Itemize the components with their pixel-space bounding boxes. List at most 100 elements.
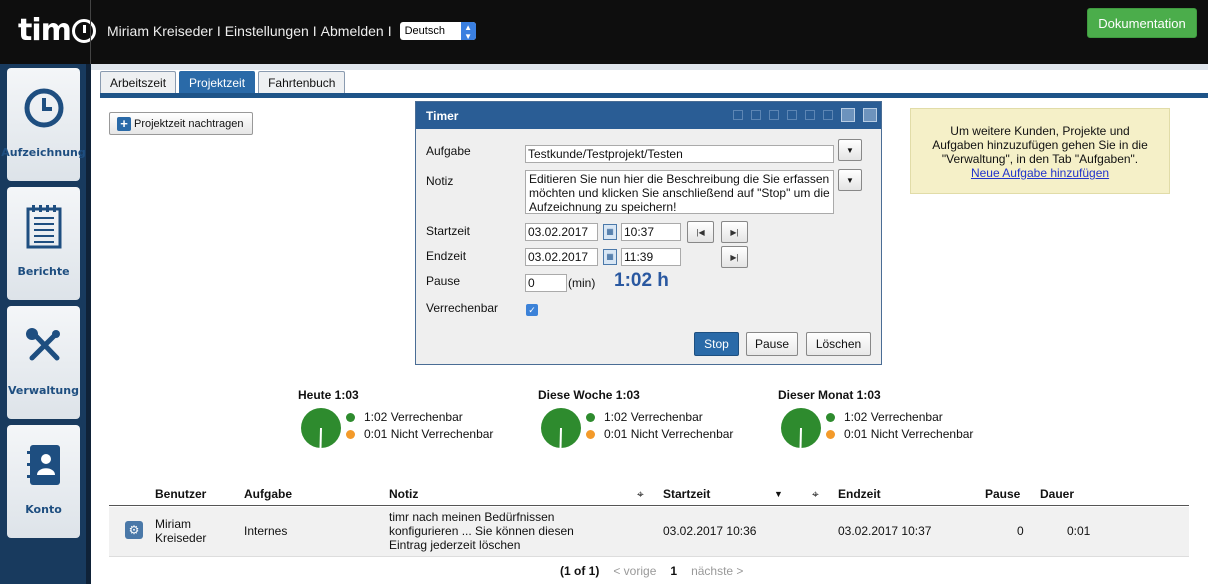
verrechenbar-checkbox[interactable]: ✓ bbox=[526, 304, 538, 316]
green-bullet-icon bbox=[826, 412, 835, 422]
billable-row: 1:02 Verrechenbar bbox=[826, 410, 943, 424]
documentation-button[interactable]: Dokumentation bbox=[1087, 8, 1197, 38]
sort-desc-icon[interactable]: ▼ bbox=[774, 489, 783, 499]
cell-notiz-line: Eintrag jederzeit löschen bbox=[389, 538, 521, 552]
green-bullet-icon bbox=[586, 412, 595, 422]
green-bullet-icon bbox=[346, 412, 355, 422]
control-square-icon[interactable] bbox=[805, 110, 815, 120]
column-header-pause[interactable]: Pause bbox=[985, 487, 1020, 501]
cell-dauer: 0:01 bbox=[1067, 524, 1091, 538]
header-divider bbox=[90, 0, 91, 64]
timer-title: Timer bbox=[426, 108, 459, 123]
gear-icon[interactable]: ⚙ bbox=[125, 521, 143, 539]
nonbillable-row: 0:01 Nicht Verrechenbar bbox=[586, 427, 733, 441]
timer-panel: Timer Aufgabe Testkunde/Testprojekt/Test… bbox=[415, 101, 882, 365]
column-header-aufgabe[interactable]: Aufgabe bbox=[244, 487, 292, 501]
page-number[interactable]: 1 bbox=[670, 564, 677, 578]
summary-today: Heute 1:03 1:02 Verrechenbar 0:01 Nicht … bbox=[298, 388, 528, 458]
column-header-notiz[interactable]: Notiz bbox=[389, 487, 418, 501]
control-square-icon[interactable] bbox=[751, 110, 761, 120]
content-top-band bbox=[91, 64, 1208, 70]
end-skip-forward-button[interactable]: ▶| bbox=[721, 246, 748, 268]
billable-text: 1:02 Verrechenbar bbox=[844, 410, 943, 424]
nav-item-konto[interactable]: Konto bbox=[7, 425, 80, 538]
add-task-link[interactable]: Neue Aufgabe hinzufügen bbox=[911, 166, 1169, 180]
end-date-input[interactable]: 03.02.2017 bbox=[525, 248, 598, 266]
column-header-startzeit[interactable]: Startzeit bbox=[663, 487, 710, 501]
skip-to-end-button[interactable]: ▶| bbox=[721, 221, 748, 243]
nav-item-verwaltung[interactable]: Verwaltung bbox=[7, 306, 80, 419]
cell-benutzer-last: Kreiseder bbox=[155, 531, 207, 545]
verrechenbar-label: Verrechenbar bbox=[426, 301, 499, 315]
calendar-icon[interactable]: ▦ bbox=[603, 224, 617, 240]
start-time-input[interactable]: 10:37 bbox=[621, 223, 681, 241]
control-square-icon[interactable] bbox=[823, 110, 833, 120]
table-row[interactable]: ⚙ Miriam Kreiseder Internes timr nach me… bbox=[109, 507, 1189, 557]
column-header-dauer[interactable]: Dauer bbox=[1040, 487, 1074, 501]
skip-to-start-button[interactable]: |◀ bbox=[687, 221, 714, 243]
stop-button[interactable]: Stop bbox=[694, 332, 739, 356]
window-controls bbox=[733, 108, 877, 122]
triangle-down-icon: ▼ bbox=[846, 145, 854, 155]
orange-bullet-icon bbox=[346, 429, 355, 439]
skip-forward-icon: ▶| bbox=[730, 227, 739, 237]
tab-bar: Arbeitszeit Projektzeit Fahrtenbuch bbox=[100, 71, 346, 93]
pause-label: Pause bbox=[426, 274, 461, 288]
notiz-dropdown-button[interactable]: ▼ bbox=[838, 169, 862, 191]
tab-arbeitszeit[interactable]: Arbeitszeit bbox=[100, 71, 177, 93]
control-square-icon[interactable] bbox=[733, 110, 743, 120]
language-select[interactable]: Deutsch ▲ ▼ bbox=[399, 22, 476, 41]
checkmark-icon: ✓ bbox=[528, 305, 536, 315]
add-project-time-button[interactable]: + Projektzeit nachtragen bbox=[109, 112, 253, 135]
endzeit-label: Endzeit bbox=[426, 249, 467, 263]
control-square-icon[interactable] bbox=[841, 108, 855, 122]
info-box: Um weitere Kunden, Projekte und Aufgaben… bbox=[910, 108, 1170, 194]
user-name-link[interactable]: Miriam Kreiseder bbox=[107, 23, 213, 39]
column-header-benutzer[interactable]: Benutzer bbox=[155, 487, 206, 501]
plus-icon: + bbox=[117, 116, 131, 131]
control-square-icon[interactable] bbox=[769, 110, 779, 120]
pager-info: (1 of 1) bbox=[560, 564, 600, 578]
billable-row: 1:02 Verrechenbar bbox=[586, 410, 703, 424]
nav-item-aufzeichnung[interactable]: Aufzeichnung bbox=[1, 68, 86, 181]
orange-bullet-icon bbox=[586, 429, 595, 439]
aufgabe-dropdown-button[interactable]: ▼ bbox=[838, 139, 862, 161]
prev-page-link[interactable]: < vorige bbox=[613, 564, 656, 578]
settings-link[interactable]: Einstellungen bbox=[225, 23, 309, 39]
skip-forward-icon: ▶| bbox=[730, 252, 739, 262]
summary-week: Diese Woche 1:03 1:02 Verrechenbar 0:01 … bbox=[538, 388, 768, 458]
separator: I bbox=[216, 23, 221, 39]
info-line: Um weitere Kunden, Projekte und bbox=[950, 124, 1130, 138]
cell-startzeit: 03.02.2017 10:36 bbox=[663, 524, 757, 538]
nav-label: Berichte bbox=[17, 265, 70, 278]
elapsed-duration: 1:02 h bbox=[614, 270, 669, 291]
startzeit-label: Startzeit bbox=[426, 224, 471, 238]
pause-input[interactable]: 0 bbox=[525, 274, 567, 292]
control-square-icon[interactable] bbox=[787, 110, 797, 120]
start-date-input[interactable]: 03.02.2017 bbox=[525, 223, 598, 241]
aufgabe-input[interactable]: Testkunde/Testprojekt/Testen bbox=[525, 145, 834, 163]
separator: I bbox=[387, 23, 392, 39]
tab-projektzeit[interactable]: Projektzeit bbox=[179, 71, 256, 93]
logout-link[interactable]: Abmelden bbox=[321, 23, 384, 39]
control-square-icon[interactable] bbox=[863, 108, 877, 122]
tab-fahrtenbuch[interactable]: Fahrtenbuch bbox=[258, 71, 346, 93]
nav-label: Verwaltung bbox=[8, 384, 79, 397]
crosshair-icon[interactable]: ⌖ bbox=[812, 487, 819, 502]
calendar-icon[interactable]: ▦ bbox=[603, 249, 617, 265]
pause-button[interactable]: Pause bbox=[746, 332, 798, 356]
next-page-link[interactable]: nächste > bbox=[691, 564, 743, 578]
end-time-input[interactable]: 11:39 bbox=[621, 248, 681, 266]
crosshair-icon[interactable]: ⌖ bbox=[637, 487, 644, 502]
column-header-endzeit[interactable]: Endzeit bbox=[838, 487, 881, 501]
timr-logo[interactable]: tim bbox=[18, 10, 96, 50]
nonbillable-row: 0:01 Nicht Verrechenbar bbox=[346, 427, 493, 441]
nav-label: Konto bbox=[25, 503, 62, 516]
delete-button[interactable]: Löschen bbox=[806, 332, 871, 356]
nav-item-berichte[interactable]: Berichte bbox=[7, 187, 80, 300]
notepad-icon bbox=[20, 203, 68, 251]
summary-title: Diese Woche 1:03 bbox=[538, 388, 640, 402]
logo-text: tim bbox=[18, 12, 72, 48]
notiz-textarea[interactable]: Editieren Sie nun hier die Beschreibung … bbox=[525, 170, 834, 214]
cell-notiz-line: timr nach meinen Bedürfnissen bbox=[389, 510, 555, 524]
